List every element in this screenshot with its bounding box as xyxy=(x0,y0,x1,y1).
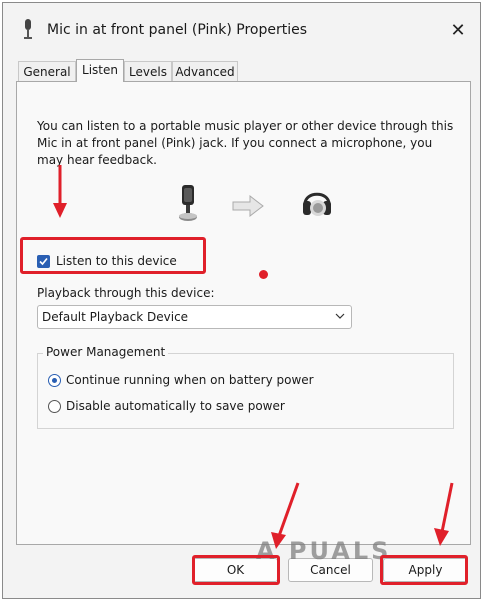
power-management-title: Power Management xyxy=(43,345,169,359)
close-button[interactable]: ✕ xyxy=(446,21,470,41)
tab-listen[interactable]: Listen xyxy=(76,59,124,82)
tab-advanced[interactable]: Advanced xyxy=(172,61,238,81)
microphone-icon xyxy=(24,19,32,39)
properties-dialog: Mic in at front panel (Pink) Properties … xyxy=(2,2,481,599)
headphones-icon xyxy=(303,192,331,216)
radio-button[interactable] xyxy=(48,400,61,413)
playback-device-dropdown[interactable]: Default Playback Device xyxy=(37,305,352,329)
playback-device-value: Default Playback Device xyxy=(42,310,189,324)
title-bar: Mic in at front panel (Pink) Properties … xyxy=(3,3,480,43)
highlight-box-listen xyxy=(20,237,206,274)
window-title: Mic in at front panel (Pink) Properties xyxy=(47,22,308,38)
radio-disable-label: Disable automatically to save power xyxy=(66,399,285,413)
tab-general[interactable]: General xyxy=(18,61,76,81)
annotation-arrow-apply-icon xyxy=(434,482,454,546)
red-dot-marker xyxy=(259,270,268,279)
power-management-group: Power Management Continue running when o… xyxy=(37,345,454,429)
radio-continue-label: Continue running when on battery power xyxy=(66,373,314,387)
playback-label: Playback through this device: xyxy=(37,286,215,300)
chevron-down-icon xyxy=(335,313,345,319)
close-icon: ✕ xyxy=(450,20,466,41)
arrow-right-icon xyxy=(232,195,264,217)
radio-button-selected[interactable] xyxy=(48,374,61,387)
listen-tab-panel: You can listen to a portable music playe… xyxy=(16,81,471,545)
annotation-arrow-ok-icon xyxy=(271,482,300,549)
highlight-box-ok xyxy=(192,555,280,585)
listen-description: You can listen to a portable music playe… xyxy=(37,119,454,167)
tab-levels[interactable]: Levels xyxy=(124,61,172,81)
highlight-box-apply xyxy=(380,555,468,585)
annotation-arrow-down-icon xyxy=(53,165,67,218)
microphone-icon xyxy=(179,185,197,221)
